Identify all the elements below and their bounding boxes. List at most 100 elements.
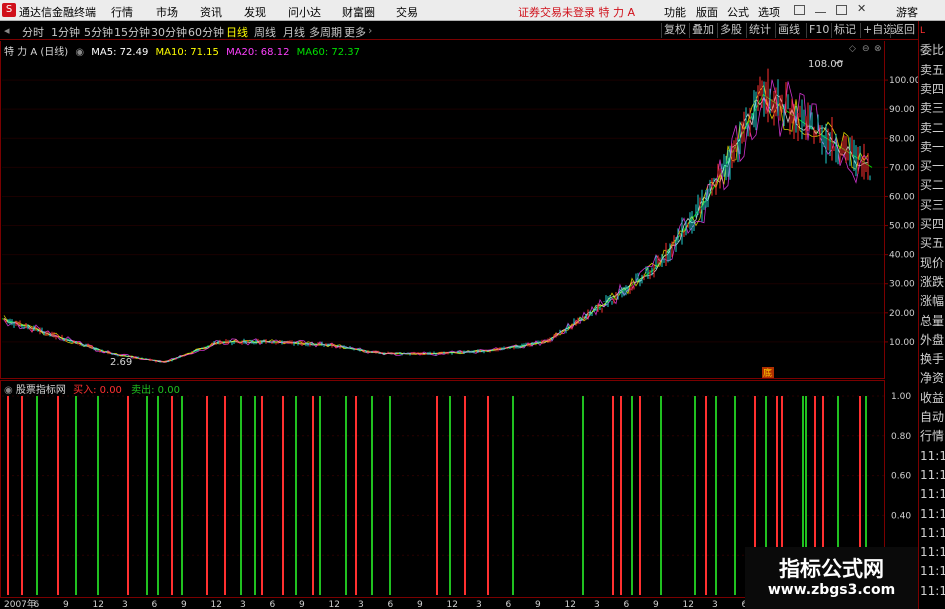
- close-panel-icon[interactable]: ⊗: [874, 44, 882, 54]
- sidebar-item: 卖三: [920, 101, 945, 116]
- overlay-button[interactable]: 叠加: [689, 23, 716, 38]
- price-tick-label: 70.00: [889, 163, 915, 173]
- time-tick-label: 12: [565, 600, 576, 609]
- ma20-label: MA20: 68.12: [226, 47, 290, 58]
- multi-stock-button[interactable]: 多股: [717, 23, 744, 38]
- price-tick-label: 30.00: [889, 280, 915, 290]
- tab-period-daily[interactable]: 日线: [226, 24, 248, 40]
- buy-value: 买入: 0.00: [73, 385, 122, 396]
- back-button[interactable]: 返回: [890, 23, 917, 38]
- sidebar-item: 现价: [920, 255, 945, 270]
- price-tick-label: 60.00: [889, 192, 915, 202]
- time-tick-label: 6: [506, 600, 512, 609]
- time-tick-label: 6: [270, 600, 276, 609]
- indicator-dot-icon[interactable]: ◉: [75, 47, 84, 58]
- sidebar-item: 收益: [920, 390, 945, 405]
- menu-item-news[interactable]: 资讯: [200, 4, 222, 20]
- zoom-out-icon[interactable]: ⊖: [862, 44, 870, 54]
- login-warning[interactable]: 证券交易未登录 特 力 A: [518, 4, 635, 20]
- tab-period-15min[interactable]: 15分钟: [114, 24, 150, 40]
- time-tick-label: 3: [712, 600, 718, 609]
- sidebar-item: 卖四: [920, 81, 945, 96]
- time-tick-label: 6: [152, 600, 158, 609]
- price-tick-label: 50.00: [889, 222, 915, 232]
- indicator-settings-icon[interactable]: ◉: [4, 385, 13, 396]
- sidebar-item: 换手: [920, 352, 945, 367]
- tab-period-weekly[interactable]: 周线: [254, 24, 276, 40]
- time-tick-label: 3: [358, 600, 364, 609]
- tab-period-more[interactable]: 更多: [344, 24, 366, 40]
- menu-item-layout[interactable]: 版面: [696, 4, 718, 20]
- tab-period-monthly[interactable]: 月线: [283, 24, 305, 40]
- diamond-icon[interactable]: ◇: [849, 44, 856, 54]
- price-tick-label: 10.00: [889, 338, 915, 348]
- time-tick-label: 9: [653, 600, 659, 609]
- time-tick-label: 3: [476, 600, 482, 609]
- high-price-label: 108.00: [808, 59, 843, 70]
- sidebar-item: 11:1: [920, 545, 945, 560]
- draw-line-button[interactable]: 画线: [775, 23, 802, 38]
- indicator-tick-label: 0.80: [891, 432, 911, 442]
- time-tick-label: 9: [299, 600, 305, 609]
- tab-period-multi[interactable]: 多周期: [309, 24, 342, 40]
- ma10-line: [3, 84, 869, 362]
- guest-label[interactable]: 游客: [896, 4, 918, 20]
- chevron-right-icon[interactable]: ›: [368, 24, 372, 37]
- sidebar-item: 买四: [920, 217, 945, 231]
- tab-period-60min[interactable]: 60分钟: [188, 24, 224, 40]
- menu-item-ask[interactable]: 问小达: [288, 4, 321, 20]
- watermark-title: 指标公式网: [779, 557, 884, 581]
- menu-item-discover[interactable]: 发现: [244, 4, 266, 20]
- price-chart[interactable]: 100.00 90.00 80.00 70.00 60.00 50.00 40.00 30.0…: [0, 41, 918, 381]
- menu-item-market[interactable]: 市场: [156, 4, 178, 20]
- low-price-label: 2.69: [110, 357, 132, 368]
- statistics-button[interactable]: 统计: [746, 23, 773, 38]
- tab-period-30min[interactable]: 30分钟: [151, 24, 187, 40]
- menu-item-formula[interactable]: 公式: [727, 4, 749, 20]
- sidebar-item: 卖一: [920, 139, 945, 154]
- menu-item-options[interactable]: 选项: [758, 4, 780, 20]
- mark-button[interactable]: 标记: [831, 23, 858, 38]
- sidebar-item: 卖二: [920, 120, 945, 135]
- close-icon[interactable]: ✕: [857, 3, 868, 14]
- tab-period-5min[interactable]: 5分钟: [84, 24, 113, 40]
- sidebar-item: 买三: [920, 197, 945, 212]
- sell-value: 卖出: 0.00: [131, 385, 180, 396]
- indicator-name: 股票指标网: [15, 385, 66, 396]
- menu-item-wealth[interactable]: 财富圈: [342, 4, 375, 20]
- nav-back-icon[interactable]: ◂: [4, 24, 10, 37]
- restore-icon[interactable]: [794, 5, 805, 15]
- menu-item-trade[interactable]: 交易: [396, 4, 418, 20]
- time-tick-label: 3: [240, 600, 246, 609]
- sidebar-item: 买五: [920, 236, 945, 251]
- tab-period-tick[interactable]: 分时: [22, 24, 44, 40]
- time-tick-label: 3: [594, 600, 600, 609]
- watermark: 指标公式网 www.zbgs3.com: [745, 547, 918, 609]
- ma10-label: MA10: 71.15: [155, 47, 219, 58]
- menu-item-function[interactable]: 功能: [664, 4, 686, 20]
- app-name: 通达信金融终端: [19, 6, 96, 19]
- ma20-line: [3, 79, 869, 363]
- time-tick-label: 2007年: [4, 598, 36, 609]
- maximize-icon[interactable]: [836, 5, 847, 15]
- sidebar-item: 11:1: [920, 467, 945, 482]
- time-tick-label: 6: [624, 600, 630, 609]
- sidebar-item: 总量: [920, 313, 945, 328]
- time-tick-label: 12: [93, 600, 104, 609]
- indicator-tick-label: 0.60: [891, 472, 911, 482]
- sidebar-item: 涨幅: [920, 294, 945, 309]
- sidebar-item: 买二: [920, 178, 945, 193]
- sidebar-item: 卖五: [920, 62, 945, 77]
- minimize-icon[interactable]: [815, 5, 826, 13]
- time-tick-label: 9: [63, 600, 69, 609]
- sidebar-item: 行情: [920, 429, 945, 444]
- tab-period-1min[interactable]: 1分钟: [51, 24, 80, 40]
- sidebar-item: 净资: [920, 371, 945, 386]
- time-tick-label: 9: [181, 600, 187, 609]
- price-tick-label: 100.00: [889, 76, 918, 86]
- menu-item-quotes[interactable]: 行情: [111, 4, 133, 20]
- time-tick-label: 12: [447, 600, 458, 609]
- f10-button[interactable]: F10: [806, 23, 831, 38]
- restore-rights-button[interactable]: 复权: [661, 23, 688, 38]
- sidebar-item: 11:1: [920, 506, 945, 521]
